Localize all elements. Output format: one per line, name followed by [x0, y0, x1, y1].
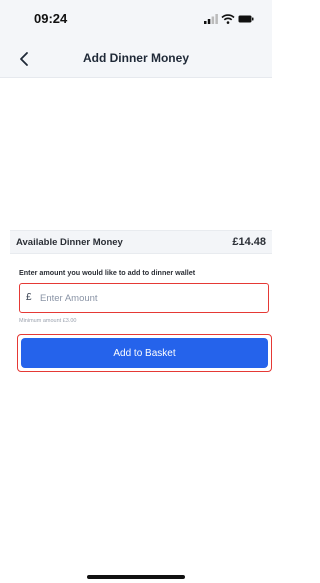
- page-title: Add Dinner Money: [82, 51, 189, 65]
- signal-icon: [204, 14, 218, 24]
- home-indicator: [87, 575, 185, 579]
- balance-value: £14.48: [232, 236, 266, 248]
- chevron-left-icon: [20, 52, 28, 66]
- add-to-basket-button[interactable]: Add to Basket: [21, 338, 268, 368]
- wifi-icon: [221, 14, 235, 24]
- status-time: 09:24: [34, 11, 68, 26]
- battery-icon: [238, 15, 254, 23]
- amount-field-label: Enter amount you would like to add to di…: [19, 268, 196, 277]
- back-button[interactable]: [14, 48, 36, 70]
- currency-symbol: £: [26, 292, 32, 303]
- status-bar: 09:24: [0, 0, 272, 40]
- amount-input[interactable]: [40, 288, 260, 308]
- amount-field[interactable]: £: [19, 283, 269, 313]
- nav-bar: Add Dinner Money: [0, 40, 272, 78]
- minimum-amount-hint: Minimum amount £3.00: [19, 318, 77, 324]
- balance-label: Available Dinner Money: [16, 237, 123, 248]
- available-balance-row: Available Dinner Money £14.48: [10, 230, 272, 254]
- screen: 09:24 Add Dinner Money Available Dinner …: [0, 0, 272, 583]
- status-icons: [204, 14, 254, 24]
